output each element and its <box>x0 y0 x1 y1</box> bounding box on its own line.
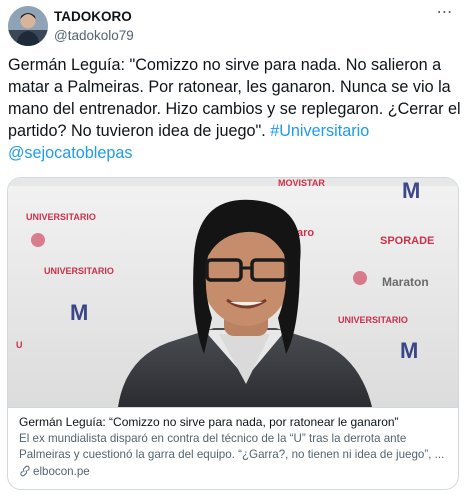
card-description: El ex mundialista disparó en contra del … <box>19 432 445 461</box>
more-horizontal-icon[interactable]: ⋯ <box>433 5 457 26</box>
svg-text:M: M <box>70 300 88 325</box>
card-body[interactable]: Germán Leguía: “Comizzo no sirve para na… <box>8 407 458 489</box>
card-title[interactable]: Germán Leguía: “Comizzo no sirve para na… <box>19 414 447 430</box>
svg-text:MOVISTAR: MOVISTAR <box>278 178 325 188</box>
tweet-header: TADOKORO @tadokolo79 ⋯ <box>8 5 459 48</box>
svg-text:Maraton: Maraton <box>382 275 429 289</box>
svg-text:UNIVERSITARIO: UNIVERSITARIO <box>26 212 96 222</box>
user-avatar[interactable] <box>8 6 48 46</box>
svg-text:U: U <box>16 340 23 350</box>
tweet-text: Germán Leguía: "Comizzo no sirve para na… <box>8 54 462 164</box>
author-display-name[interactable]: TADOKORO <box>54 8 134 26</box>
link-preview-card[interactable]: UNIVERSITARIO UNIVERSITARIO M U Claro SP… <box>7 177 459 490</box>
card-domain-text[interactable]: elbocon.pe <box>33 465 90 478</box>
mention-link[interactable]: @sejocatoblepas <box>8 144 132 162</box>
card-image[interactable]: UNIVERSITARIO UNIVERSITARIO M U Claro SP… <box>8 178 458 407</box>
svg-text:M: M <box>400 338 418 363</box>
author-names: TADOKORO @tadokolo79 <box>54 8 134 45</box>
link-icon <box>20 465 30 477</box>
svg-text:UNIVERSITARIO: UNIVERSITARIO <box>44 266 114 276</box>
tweet[interactable]: TADOKORO @tadokolo79 ⋯ Germán Leguía: "C… <box>0 0 467 499</box>
tweet-body-text: Germán Leguía: "Comizzo no sirve para na… <box>8 56 461 140</box>
card-domain[interactable]: elbocon.pe <box>19 464 447 479</box>
svg-text:M: M <box>402 178 420 203</box>
author-handle[interactable]: @tadokolo79 <box>54 27 134 45</box>
svg-text:SPORADE: SPORADE <box>380 235 434 247</box>
hashtag-link[interactable]: #Universitario <box>270 122 369 140</box>
svg-text:UNIVERSITARIO: UNIVERSITARIO <box>338 315 408 325</box>
